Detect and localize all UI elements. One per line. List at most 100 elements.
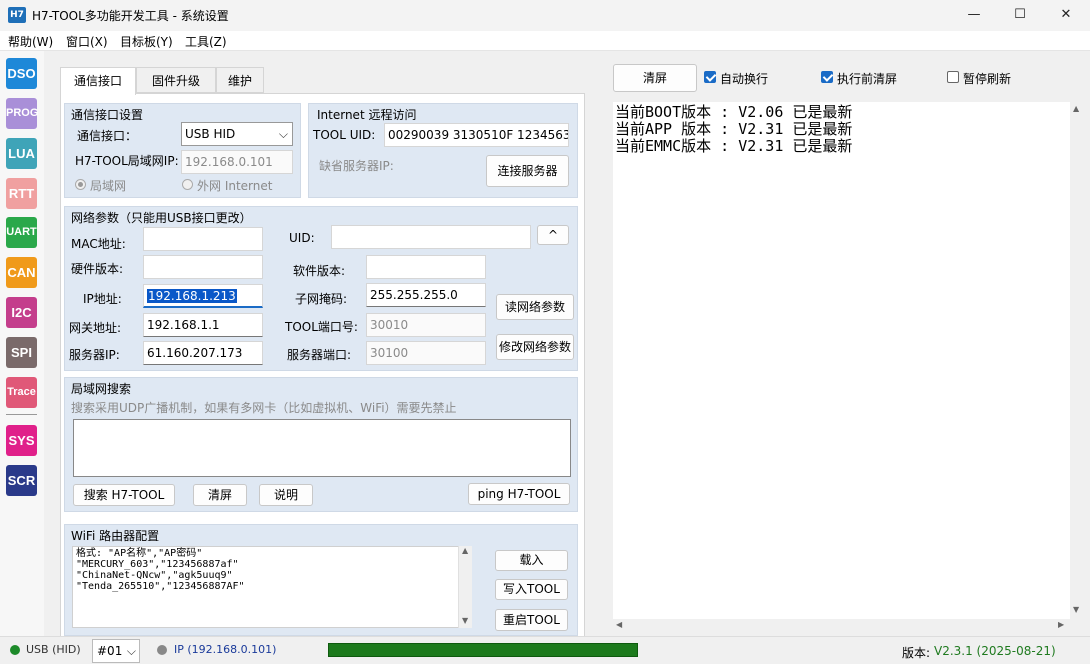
wifi-write-button[interactable]: 写入TOOL <box>495 579 568 600</box>
uid-field[interactable] <box>331 225 531 249</box>
minimize-icon: — <box>967 7 981 22</box>
mac-field[interactable] <box>143 227 263 251</box>
log-horizontal-scrollbar[interactable]: ◀ ▶ <box>613 619 1070 633</box>
wifi-scrollbar[interactable]: ▲ ▼ <box>458 546 472 628</box>
close-button[interactable]: ✕ <box>1043 0 1089 31</box>
gateway-label: 网关地址: <box>69 321 122 335</box>
minimize-button[interactable]: — <box>951 0 997 31</box>
ping-tool-button[interactable]: ping H7-TOOL <box>468 483 570 505</box>
sidebar-rtt-button[interactable]: RTT <box>6 178 37 209</box>
tool-port-field[interactable]: 30010 <box>366 313 486 337</box>
lan-clear-button[interactable]: 清屏 <box>193 484 247 506</box>
wifi-restart-button[interactable]: 重启TOOL <box>495 609 568 631</box>
group-title: 局域网搜索 <box>71 382 132 396</box>
lan-ip-field[interactable]: 192.168.0.101 <box>181 150 293 174</box>
connect-server-button[interactable]: 连接服务器 <box>486 155 569 187</box>
radio-wan[interactable] <box>182 179 193 190</box>
device-select[interactable]: #01 ⌵ <box>92 639 140 663</box>
tool-port-label: TOOL端口号: <box>285 320 358 334</box>
port-value: USB HID <box>185 127 236 141</box>
radio-wan-label: 外网 Internet <box>197 179 273 193</box>
write-network-button[interactable]: 修改网络参数 <box>496 334 574 360</box>
progress-bar <box>328 643 638 657</box>
app-logo: H7 <box>8 7 26 23</box>
tool-uid-label: TOOL UID: <box>313 128 376 142</box>
clear-before-label: 执行前清屏 <box>837 72 898 86</box>
sw-version-label: 软件版本: <box>293 264 346 278</box>
lan-search-group: 局域网搜索 搜索采用UDP广播机制，如果有多网卡（比如虚拟机、WiFi）需要先禁… <box>64 377 578 512</box>
ip-field[interactable]: 192.168.1.213 <box>143 284 263 308</box>
sw-version-field[interactable] <box>366 255 486 279</box>
menu-bar: 帮助(W) 窗口(X) 目标板(Y) 工具(Z) <box>0 31 1090 51</box>
port-label: 通信接口： <box>77 129 138 143</box>
device-value: #01 <box>97 644 123 658</box>
pause-refresh-label: 暂停刷新 <box>963 72 1012 86</box>
usb-status-icon <box>10 645 20 655</box>
sidebar-i2c-button[interactable]: I2C <box>6 297 37 328</box>
pause-refresh-checkbox[interactable] <box>947 71 959 83</box>
lan-help-button[interactable]: 说明 <box>259 484 313 506</box>
sidebar-divider <box>6 414 37 415</box>
scroll-left-icon: ◀ <box>616 620 623 629</box>
maximize-button[interactable]: ☐ <box>997 0 1043 31</box>
scroll-up-icon: ▲ <box>462 546 469 555</box>
ip-value: 192.168.1.213 <box>147 289 237 303</box>
tool-uid-field[interactable]: 00290039 3130510F 12345638 <box>384 123 569 147</box>
wifi-load-button[interactable]: 载入 <box>495 550 568 571</box>
menu-tools[interactable]: 工具(Z) <box>185 33 227 50</box>
group-title: 网络参数（只能用USB接口更改） <box>71 211 252 225</box>
lan-result-list[interactable] <box>73 419 571 477</box>
sidebar-spi-button[interactable]: SPI <box>6 337 37 368</box>
mask-label: 子网掩码: <box>295 292 348 306</box>
menu-window[interactable]: 窗口(X) <box>66 33 108 50</box>
ip-label: IP地址: <box>83 292 122 306</box>
sidebar-sys-button[interactable]: SYS <box>6 425 37 456</box>
auto-wrap-checkbox[interactable] <box>704 71 716 83</box>
gateway-field[interactable]: 192.168.1.1 <box>143 313 263 337</box>
ip-status-icon <box>157 645 167 655</box>
log-line: 当前APP 版本 : V2.31 已是最新 <box>615 120 853 138</box>
scroll-up-icon: ▲ <box>1073 104 1080 113</box>
sidebar-can-button[interactable]: CAN <box>6 257 37 288</box>
group-title: Internet 远程访问 <box>317 108 417 122</box>
sidebar-dso-button[interactable]: DSO <box>6 58 37 89</box>
version-label: 版本: <box>902 646 931 660</box>
radio-lan-label: 局域网 <box>90 179 127 193</box>
uid-toggle-button[interactable]: ^ <box>537 225 569 245</box>
tab-comm[interactable]: 通信接口 <box>60 67 136 95</box>
lan-ip-label: H7-TOOL局域网IP: <box>75 154 179 168</box>
log-vertical-scrollbar[interactable]: ▲ ▼ <box>1070 102 1084 619</box>
sidebar-uart-button[interactable]: UART <box>6 217 37 248</box>
maximize-icon: ☐ <box>1014 7 1026 22</box>
read-network-button[interactable]: 读网络参数 <box>496 294 574 320</box>
server-port-field[interactable]: 30100 <box>366 341 486 365</box>
tab-firmware[interactable]: 固件升级 <box>136 67 216 93</box>
sidebar-trace-button[interactable]: Trace <box>6 377 37 408</box>
log-output[interactable]: 当前BOOT版本 : V2.06 已是最新 当前APP 版本 : V2.31 已… <box>613 102 1070 619</box>
menu-target[interactable]: 目标板(Y) <box>120 33 173 50</box>
sidebar-lua-button[interactable]: LUA <box>6 138 37 169</box>
mac-label: MAC地址: <box>71 237 126 251</box>
wifi-config-textarea[interactable]: 格式: "AP名称","AP密码" "MERCURY_603","1234568… <box>72 546 460 628</box>
comm-settings-group: 通信接口设置 通信接口： USB HID ⌵ H7-TOOL局域网IP: 192… <box>64 103 301 198</box>
sidebar-prog-button[interactable]: PROG <box>6 98 38 129</box>
scroll-down-icon: ▼ <box>1073 605 1080 614</box>
menu-help[interactable]: 帮助(W) <box>8 33 53 50</box>
scroll-down-icon: ▼ <box>462 616 469 625</box>
hw-version-field[interactable] <box>143 255 263 279</box>
search-tool-button[interactable]: 搜索 H7-TOOL <box>73 484 175 506</box>
sidebar-scr-button[interactable]: SCR <box>6 465 37 496</box>
port-select[interactable]: USB HID ⌵ <box>181 122 293 146</box>
window-title: H7-TOOL多功能开发工具 - 系统设置 <box>32 9 229 23</box>
tab-maintenance[interactable]: 维护 <box>216 67 264 93</box>
uid-label: UID: <box>289 231 315 245</box>
ip-status: IP (192.168.0.101) <box>174 643 277 656</box>
server-ip-field[interactable]: 61.160.207.173 <box>143 341 263 365</box>
clear-before-checkbox[interactable] <box>821 71 833 83</box>
mask-field[interactable]: 255.255.255.0 <box>366 283 486 307</box>
chevron-down-icon: ⌵ <box>126 644 136 658</box>
group-title: 通信接口设置 <box>71 108 144 122</box>
server-ip-label: 缺省服务器IP: <box>319 159 394 173</box>
radio-lan[interactable] <box>75 179 86 190</box>
clear-log-button[interactable]: 清屏 <box>613 64 697 92</box>
